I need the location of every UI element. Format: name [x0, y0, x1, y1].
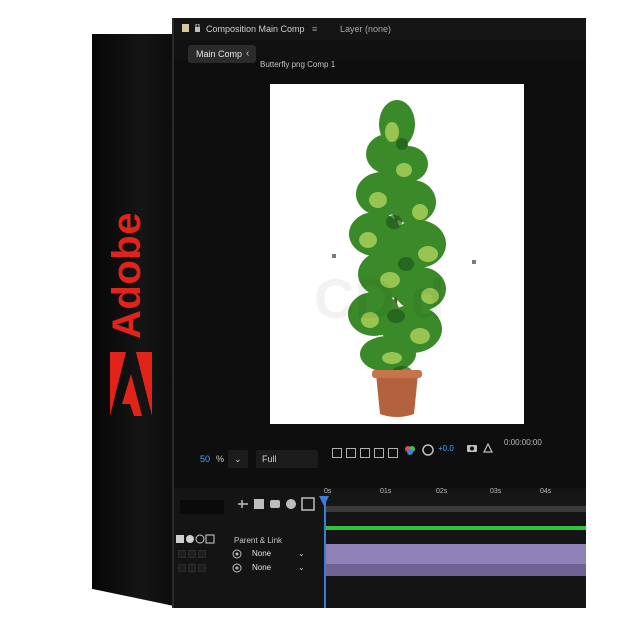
- switch-box[interactable]: [178, 564, 186, 572]
- current-time[interactable]: 0:00:00:00: [504, 438, 542, 447]
- playhead[interactable]: [324, 500, 326, 608]
- transparency-grid-icon[interactable]: [346, 448, 356, 458]
- pick-whip-icon[interactable]: [232, 563, 242, 573]
- resolution-value: Full: [262, 454, 277, 464]
- tick-label: 0s: [324, 488, 332, 495]
- layer-row[interactable]: None ⌄: [174, 562, 324, 574]
- layer-label: Layer (none): [340, 24, 392, 34]
- chevron-down-icon[interactable]: ⌄: [298, 563, 305, 572]
- tool-icons: [238, 497, 315, 511]
- zoom-dropdown[interactable]: ⌄: [228, 450, 248, 468]
- resolution-select[interactable]: Full: [256, 450, 318, 468]
- comp-icon: [182, 24, 189, 32]
- switch-box[interactable]: [188, 550, 196, 558]
- layer-row[interactable]: None ⌄: [174, 548, 324, 560]
- region-of-interest-icon[interactable]: [332, 448, 342, 458]
- zoom-value[interactable]: 50: [200, 454, 210, 464]
- brand-wordmark: Adobe: [97, 205, 157, 345]
- tab-label: Main Comp: [196, 49, 243, 59]
- chevron-left-icon[interactable]: ‹: [246, 48, 249, 59]
- layer-duration-bar[interactable]: [324, 564, 586, 576]
- parent-link-header: Parent & Link: [234, 536, 283, 545]
- switch-box[interactable]: [188, 564, 196, 572]
- lock-icon[interactable]: [194, 24, 201, 32]
- chevron-down-icon[interactable]: ⌄: [298, 549, 305, 558]
- potted-plant-image: [348, 100, 446, 417]
- tick-label: 03s: [490, 488, 502, 495]
- pick-whip-icon[interactable]: [232, 549, 242, 559]
- breadcrumb[interactable]: Butterfly png Comp 1: [260, 60, 335, 69]
- exposure-value[interactable]: +0.0: [438, 444, 454, 453]
- composition-viewer[interactable]: CD d: [270, 84, 524, 424]
- work-area-bar[interactable]: [324, 506, 586, 512]
- parent-select-value[interactable]: None: [252, 563, 271, 572]
- transform-handle[interactable]: [332, 254, 336, 258]
- watermark-text: CD d: [314, 267, 445, 330]
- tick-label: 02s: [436, 488, 448, 495]
- color-channels-icon[interactable]: [404, 444, 416, 456]
- parent-select-value[interactable]: None: [252, 549, 271, 558]
- window-title: Composition Main Comp: [206, 24, 305, 34]
- hamburger-icon[interactable]: ≡: [312, 24, 317, 34]
- transform-handle[interactable]: [472, 260, 476, 264]
- camera-icon[interactable]: [466, 442, 478, 454]
- exposure-icon[interactable]: [422, 444, 434, 456]
- switch-box[interactable]: [198, 564, 206, 572]
- product-box: Adobe Composition Main Comp ≡ Layer (non…: [0, 0, 630, 630]
- timeline-tools: [238, 497, 315, 511]
- draft-3d-icon[interactable]: [388, 448, 398, 458]
- render-bar: [324, 526, 586, 530]
- tick-label: 04s: [540, 488, 552, 495]
- show-snapshot-icon[interactable]: [482, 442, 494, 454]
- timeline-search-input[interactable]: [180, 500, 224, 514]
- zoom-unit: %: [216, 454, 225, 464]
- adobe-a-icon: [110, 352, 152, 416]
- switch-box[interactable]: [178, 550, 186, 558]
- box-front: Composition Main Comp ≡ Layer (none) Mai…: [174, 18, 586, 608]
- brand-name: Adobe: [104, 211, 149, 339]
- mask-visibility-icon[interactable]: [374, 448, 384, 458]
- grid-icon[interactable]: [360, 448, 370, 458]
- switches-icons: [176, 534, 215, 544]
- switch-box[interactable]: [198, 550, 206, 558]
- layer-duration-bar[interactable]: [324, 544, 586, 564]
- tick-label: 01s: [380, 488, 392, 495]
